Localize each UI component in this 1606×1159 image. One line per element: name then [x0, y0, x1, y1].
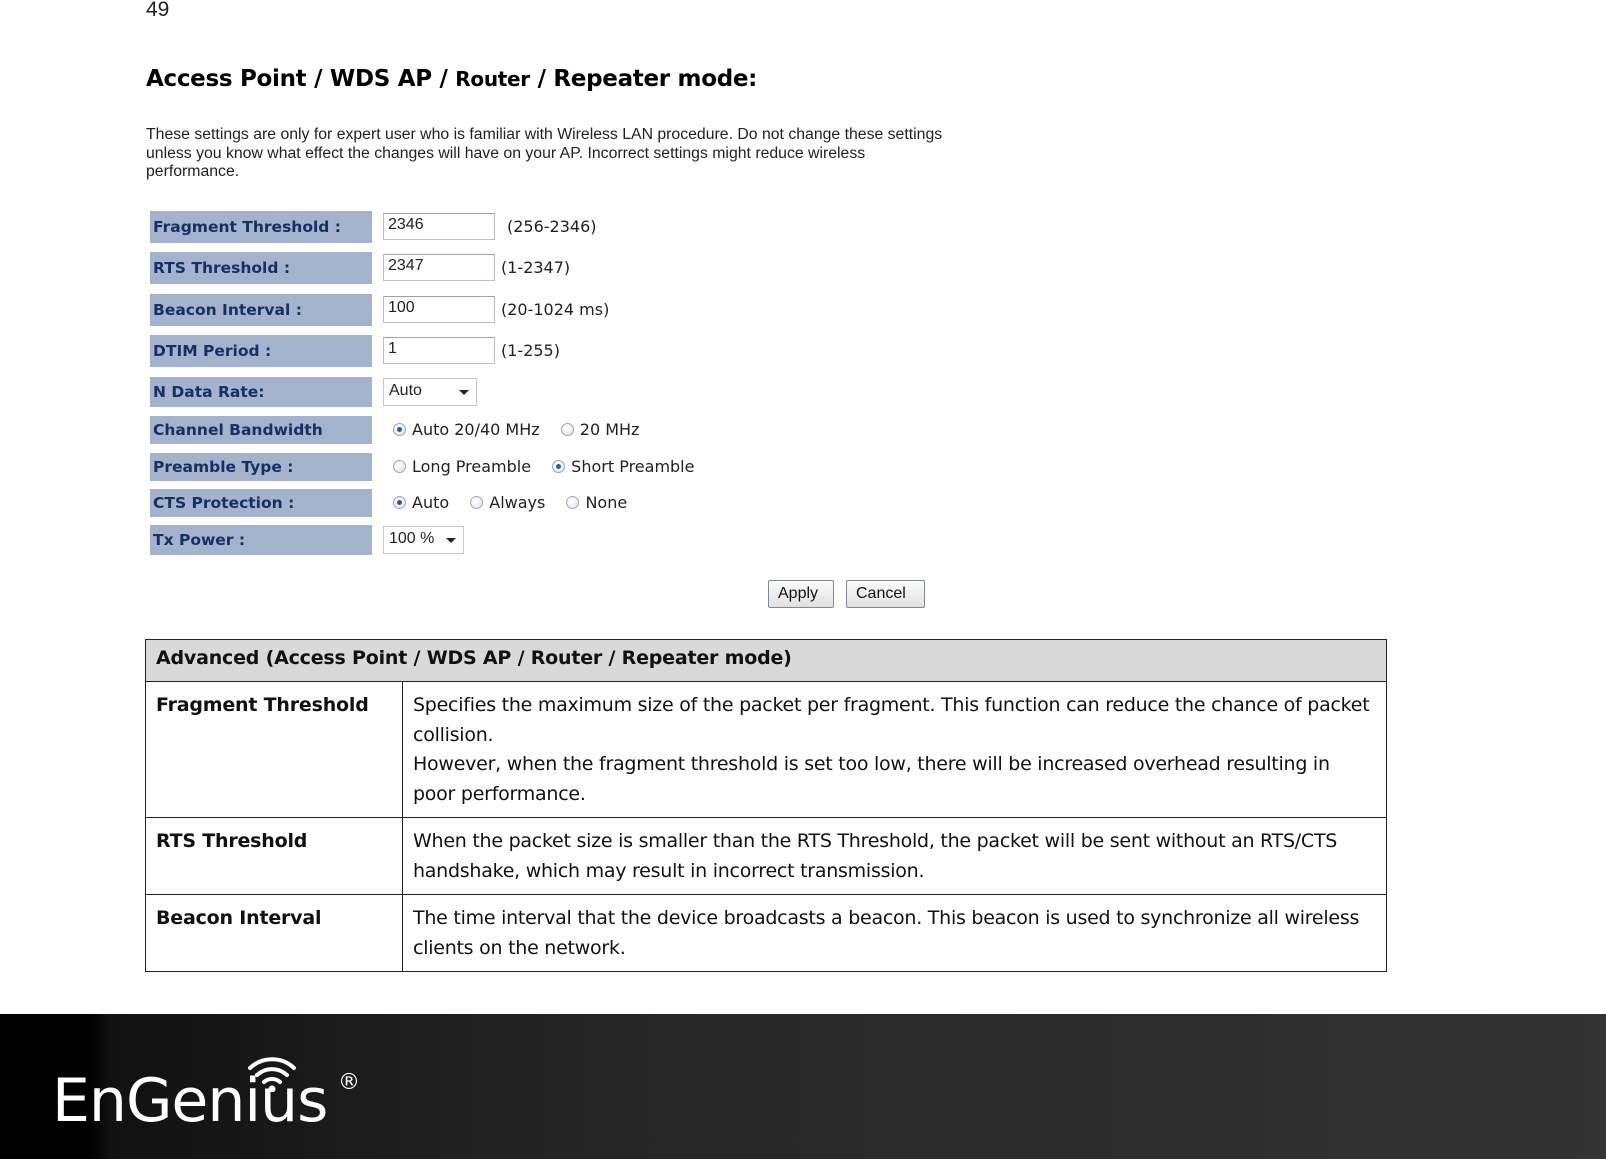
fragment-threshold-input[interactable]: 2346	[383, 213, 495, 240]
channel-bandwidth-radio-group: Auto 20/40 MHz 20 MHz	[393, 420, 655, 440]
table-row: Fragment Threshold Specifies the maximum…	[145, 681, 1387, 818]
dtim-period-label: DTIM Period :	[150, 335, 372, 367]
radio-unchecked-icon[interactable]	[560, 423, 574, 436]
radio-checked-icon[interactable]	[393, 496, 406, 509]
radio-unchecked-icon[interactable]	[566, 496, 580, 509]
registered-mark: ®	[338, 1070, 360, 1095]
table-term: Fragment Threshold	[145, 681, 403, 818]
preamble-short-option[interactable]: Short Preamble	[552, 457, 694, 476]
radio-checked-icon[interactable]	[552, 460, 566, 473]
section-title-part2: Router	[455, 67, 530, 91]
table-definition: When the packet size is smaller than the…	[402, 817, 1387, 895]
cts-protection-label: CTS Protection :	[150, 489, 372, 517]
fragment-threshold-label: Fragment Threshold :	[150, 211, 372, 243]
preamble-type-radio-group: Long Preamble Short Preamble	[393, 457, 710, 477]
preamble-short-label: Short Preamble	[571, 457, 695, 476]
radio-checked-icon[interactable]	[393, 423, 406, 436]
cts-protection-radio-group: Auto Always None	[393, 493, 643, 513]
tx-power-selected: 100 %	[389, 530, 435, 547]
preamble-long-option[interactable]: Long Preamble	[393, 457, 531, 476]
definition-line: Specifies the maximum size of the packet…	[413, 694, 1370, 746]
preamble-type-label: Preamble Type :	[150, 453, 372, 481]
channel-bandwidth-label: Channel Bandwidth	[150, 416, 372, 444]
definition-line: When the packet size is smaller than the…	[413, 830, 1338, 882]
section-title-part3: / Repeater mode:	[529, 66, 758, 92]
apply-button[interactable]: Apply	[768, 580, 834, 608]
advanced-settings-screenshot: These settings are only for expert user …	[144, 126, 942, 616]
chevron-down-icon	[446, 538, 456, 543]
beacon-interval-input[interactable]: 100	[383, 296, 495, 323]
channel-bandwidth-auto-label: Auto 20/40 MHz	[412, 420, 540, 439]
radio-unchecked-icon[interactable]	[393, 460, 406, 473]
cts-none-option[interactable]: None	[566, 493, 627, 512]
channel-bandwidth-auto-option[interactable]: Auto 20/40 MHz	[393, 420, 540, 439]
rts-threshold-input[interactable]: 2347	[383, 254, 495, 281]
page-number: 49	[146, 0, 170, 21]
footer-banner: EnGenius ®	[0, 1014, 1606, 1159]
fragment-threshold-range: (256-2346)	[507, 217, 597, 236]
n-data-rate-select[interactable]: Auto	[383, 378, 477, 406]
table-term: RTS Threshold	[145, 817, 403, 895]
preamble-long-label: Long Preamble	[412, 457, 532, 476]
section-title: Access Point / WDS AP / Router / Repeate…	[146, 66, 757, 92]
table-definition: The time interval that the device broadc…	[402, 894, 1387, 972]
wifi-signal-icon	[248, 1057, 296, 1092]
tx-power-select[interactable]: 100 %	[383, 526, 464, 554]
expert-warning-notice: These settings are only for expert user …	[146, 126, 943, 180]
advanced-settings-description-table: Advanced (Access Point / WDS AP / Router…	[145, 639, 1387, 972]
chevron-down-icon	[459, 390, 469, 395]
n-data-rate-label: N Data Rate:	[150, 377, 372, 407]
cts-auto-option[interactable]: Auto	[393, 493, 449, 512]
channel-bandwidth-20mhz-option[interactable]: 20 MHz	[560, 420, 640, 439]
rts-threshold-range: (1-2347)	[501, 258, 571, 277]
tx-power-label: Tx Power :	[150, 525, 372, 555]
table-definition: Specifies the maximum size of the packet…	[402, 681, 1387, 818]
definition-line: The time interval that the device broadc…	[413, 907, 1360, 959]
channel-bandwidth-20mhz-label: 20 MHz	[579, 420, 640, 439]
dtim-period-range: (1-255)	[501, 341, 560, 360]
cts-auto-label: Auto	[412, 493, 450, 512]
n-data-rate-selected: Auto	[389, 382, 422, 399]
beacon-interval-label: Beacon Interval :	[150, 294, 372, 326]
rts-threshold-label: RTS Threshold :	[150, 252, 372, 284]
dtim-period-input[interactable]: 1	[383, 337, 495, 364]
definition-line: However, when the fragment threshold is …	[413, 753, 1330, 805]
table-term: Beacon Interval	[145, 894, 403, 972]
table-header: Advanced (Access Point / WDS AP / Router…	[145, 639, 1387, 682]
table-header-row: Advanced (Access Point / WDS AP / Router…	[145, 639, 1387, 682]
cts-none-label: None	[585, 493, 628, 512]
table-row: RTS Threshold When the packet size is sm…	[145, 817, 1387, 895]
section-title-part1: Access Point / WDS AP /	[146, 66, 456, 92]
beacon-interval-range: (20-1024 ms)	[501, 300, 610, 319]
table-row: Beacon Interval The time interval that t…	[145, 894, 1387, 972]
cts-always-label: Always	[489, 493, 546, 512]
cancel-button[interactable]: Cancel	[846, 580, 925, 608]
cts-always-option[interactable]: Always	[470, 493, 545, 512]
radio-unchecked-icon[interactable]	[470, 496, 484, 509]
